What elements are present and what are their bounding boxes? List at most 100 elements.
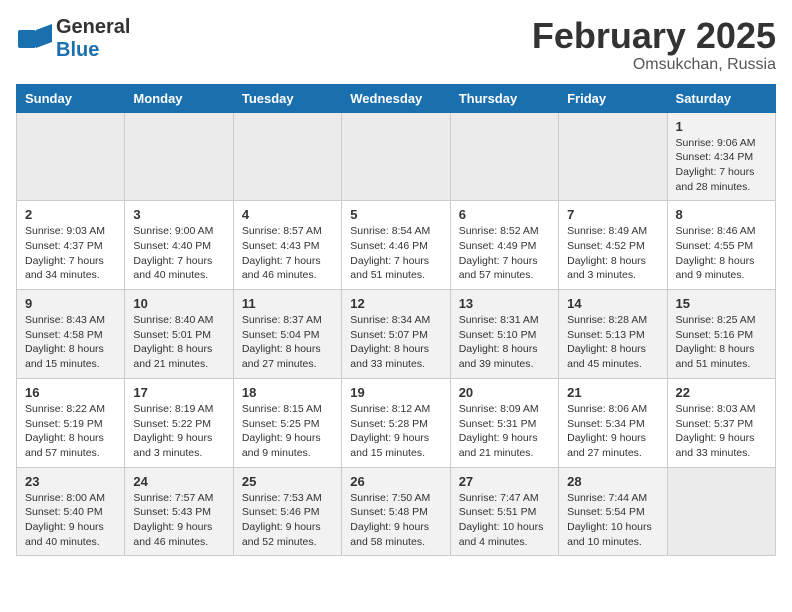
day-detail: Sunrise: 8:06 AMSunset: 5:34 PMDaylight:…: [567, 402, 658, 461]
calendar-cell-w4-d5: 20 Sunrise: 8:09 AMSunset: 5:31 PMDayligh…: [450, 378, 558, 467]
calendar-cell-w4-d7: 22 Sunrise: 8:03 AMSunset: 5:37 PMDayligh…: [667, 378, 775, 467]
calendar-cell-w3-d4: 12Sunrise: 8:34 AMSunset: 5:07 PMDayligh…: [342, 290, 450, 379]
day-detail: Sunrise: 7:50 AMSunset: 5:48 PMDaylight:…: [350, 491, 441, 550]
day-detail: Sunrise: 8:49 AMSunset: 4:52 PMDaylight:…: [567, 224, 658, 283]
day-number: 23: [25, 474, 116, 489]
calendar-cell-w2-d4: 5 Sunrise: 8:54 AMSunset: 4:46 PMDaylight…: [342, 201, 450, 290]
day-detail: Sunrise: 8:12 AMSunset: 5:28 PMDaylight:…: [350, 402, 441, 461]
calendar-header-row: Sunday Monday Tuesday Wednesday Thursday…: [17, 84, 776, 112]
day-number: 24: [133, 474, 224, 489]
day-detail: Sunrise: 8:19 AMSunset: 5:22 PMDaylight:…: [133, 402, 224, 461]
day-number: 20: [459, 385, 550, 400]
day-number: 5: [350, 207, 441, 222]
calendar-cell-w1-d5: [450, 112, 558, 201]
day-detail: Sunrise: 9:00 AMSunset: 4:40 PMDaylight:…: [133, 224, 224, 283]
day-number: 13: [459, 296, 550, 311]
day-number: 21: [567, 385, 658, 400]
calendar-cell-w3-d1: 9Sunrise: 8:43 AMSunset: 4:58 PMDaylight…: [17, 290, 125, 379]
col-saturday: Saturday: [667, 84, 775, 112]
day-number: 16: [25, 385, 116, 400]
calendar-cell-w4-d4: 19 Sunrise: 8:12 AMSunset: 5:28 PMDayligh…: [342, 378, 450, 467]
day-number: 15: [676, 296, 767, 311]
day-detail: Sunrise: 8:54 AMSunset: 4:46 PMDaylight:…: [350, 224, 441, 283]
day-number: 6: [459, 207, 550, 222]
day-detail: Sunrise: 8:52 AMSunset: 4:49 PMDaylight:…: [459, 224, 550, 283]
day-number: 1: [676, 119, 767, 134]
calendar-cell-w1-d6: [559, 112, 667, 201]
col-monday: Monday: [125, 84, 233, 112]
calendar-cell-w2-d6: 7 Sunrise: 8:49 AMSunset: 4:52 PMDaylight…: [559, 201, 667, 290]
calendar-cell-w4-d1: 16Sunrise: 8:22 AMSunset: 5:19 PMDayligh…: [17, 378, 125, 467]
day-detail: Sunrise: 8:31 AMSunset: 5:10 PMDaylight:…: [459, 313, 550, 372]
logo: General Blue: [16, 16, 130, 62]
col-wednesday: Wednesday: [342, 84, 450, 112]
day-detail: Sunrise: 7:53 AMSunset: 5:46 PMDaylight:…: [242, 491, 333, 550]
calendar-cell-w2-d1: 2 Sunrise: 9:03 AMSunset: 4:37 PMDaylight…: [17, 201, 125, 290]
calendar-cell-w1-d2: [125, 112, 233, 201]
calendar-cell-w5-d3: 25 Sunrise: 7:53 AMSunset: 5:46 PMDayligh…: [233, 467, 341, 556]
day-number: 22: [676, 385, 767, 400]
calendar-cell-w3-d5: 13 Sunrise: 8:31 AMSunset: 5:10 PMDayligh…: [450, 290, 558, 379]
day-detail: Sunrise: 8:40 AMSunset: 5:01 PMDaylight:…: [133, 313, 224, 372]
col-sunday: Sunday: [17, 84, 125, 112]
calendar-cell-w4-d3: 18 Sunrise: 8:15 AMSunset: 5:25 PMDayligh…: [233, 378, 341, 467]
calendar-cell-w2-d2: 3 Sunrise: 9:00 AMSunset: 4:40 PMDaylight…: [125, 201, 233, 290]
day-detail: Sunrise: 8:03 AMSunset: 5:37 PMDaylight:…: [676, 402, 767, 461]
calendar-cell-w2-d3: 4 Sunrise: 8:57 AMSunset: 4:43 PMDaylight…: [233, 201, 341, 290]
calendar-cell-w1-d1: [17, 112, 125, 201]
day-detail: Sunrise: 9:06 AMSunset: 4:34 PMDaylight:…: [676, 136, 767, 195]
calendar-table: Sunday Monday Tuesday Wednesday Thursday…: [16, 84, 776, 557]
day-detail: Sunrise: 8:57 AMSunset: 4:43 PMDaylight:…: [242, 224, 333, 283]
title-section: February 2025 Omsukchan, Russia: [532, 16, 776, 74]
calendar-cell-w4-d6: 21 Sunrise: 8:06 AMSunset: 5:34 PMDayligh…: [559, 378, 667, 467]
calendar-cell-w2-d5: 6 Sunrise: 8:52 AMSunset: 4:49 PMDaylight…: [450, 201, 558, 290]
calendar-cell-w5-d4: 26 Sunrise: 7:50 AMSunset: 5:48 PMDayligh…: [342, 467, 450, 556]
calendar-week-1: 1 Sunrise: 9:06 AMSunset: 4:34 PMDaylight…: [17, 112, 776, 201]
day-detail: Sunrise: 7:57 AMSunset: 5:43 PMDaylight:…: [133, 491, 224, 550]
logo-icon: [16, 24, 52, 54]
day-number: 28: [567, 474, 658, 489]
calendar-cell-w1-d3: [233, 112, 341, 201]
calendar-title: February 2025: [532, 16, 776, 56]
col-thursday: Thursday: [450, 84, 558, 112]
calendar-cell-w3-d6: 14 Sunrise: 8:28 AMSunset: 5:13 PMDayligh…: [559, 290, 667, 379]
calendar-cell-w1-d7: 1 Sunrise: 9:06 AMSunset: 4:34 PMDaylight…: [667, 112, 775, 201]
calendar-cell-w4-d2: 17 Sunrise: 8:19 AMSunset: 5:22 PMDayligh…: [125, 378, 233, 467]
day-number: 17: [133, 385, 224, 400]
calendar-cell-w3-d3: 11Sunrise: 8:37 AMSunset: 5:04 PMDayligh…: [233, 290, 341, 379]
calendar-cell-w2-d7: 8Sunrise: 8:46 AMSunset: 4:55 PMDaylight…: [667, 201, 775, 290]
col-tuesday: Tuesday: [233, 84, 341, 112]
calendar-week-5: 23 Sunrise: 8:00 AMSunset: 5:40 PMDayligh…: [17, 467, 776, 556]
calendar-cell-w3-d2: 10Sunrise: 8:40 AMSunset: 5:01 PMDayligh…: [125, 290, 233, 379]
day-number: 18: [242, 385, 333, 400]
calendar-cell-w5-d2: 24 Sunrise: 7:57 AMSunset: 5:43 PMDayligh…: [125, 467, 233, 556]
day-number: 14: [567, 296, 658, 311]
calendar-cell-w5-d5: 27 Sunrise: 7:47 AMSunset: 5:51 PMDayligh…: [450, 467, 558, 556]
logo-blue: Blue: [56, 39, 99, 61]
day-detail: Sunrise: 8:00 AMSunset: 5:40 PMDaylight:…: [25, 491, 116, 550]
day-number: 4: [242, 207, 333, 222]
day-number: 26: [350, 474, 441, 489]
day-detail: Sunrise: 7:47 AMSunset: 5:51 PMDaylight:…: [459, 491, 550, 550]
day-detail: Sunrise: 8:15 AMSunset: 5:25 PMDaylight:…: [242, 402, 333, 461]
day-number: 7: [567, 207, 658, 222]
calendar-cell-w5-d6: 28 Sunrise: 7:44 AMSunset: 5:54 PMDayligh…: [559, 467, 667, 556]
day-number: 9: [25, 296, 116, 311]
day-detail: Sunrise: 9:03 AMSunset: 4:37 PMDaylight:…: [25, 224, 116, 283]
day-number: 2: [25, 207, 116, 222]
day-number: 19: [350, 385, 441, 400]
calendar-cell-w5-d1: 23 Sunrise: 8:00 AMSunset: 5:40 PMDayligh…: [17, 467, 125, 556]
day-number: 25: [242, 474, 333, 489]
calendar-cell-w5-d7: [667, 467, 775, 556]
day-detail: Sunrise: 8:34 AMSunset: 5:07 PMDaylight:…: [350, 313, 441, 372]
calendar-week-4: 16Sunrise: 8:22 AMSunset: 5:19 PMDayligh…: [17, 378, 776, 467]
day-detail: Sunrise: 8:25 AMSunset: 5:16 PMDaylight:…: [676, 313, 767, 372]
calendar-cell-w1-d4: [342, 112, 450, 201]
day-detail: Sunrise: 7:44 AMSunset: 5:54 PMDaylight:…: [567, 491, 658, 550]
day-number: 27: [459, 474, 550, 489]
day-number: 3: [133, 207, 224, 222]
day-detail: Sunrise: 8:09 AMSunset: 5:31 PMDaylight:…: [459, 402, 550, 461]
day-detail: Sunrise: 8:46 AMSunset: 4:55 PMDaylight:…: [676, 224, 767, 283]
day-number: 11: [242, 296, 333, 311]
day-detail: Sunrise: 8:28 AMSunset: 5:13 PMDaylight:…: [567, 313, 658, 372]
